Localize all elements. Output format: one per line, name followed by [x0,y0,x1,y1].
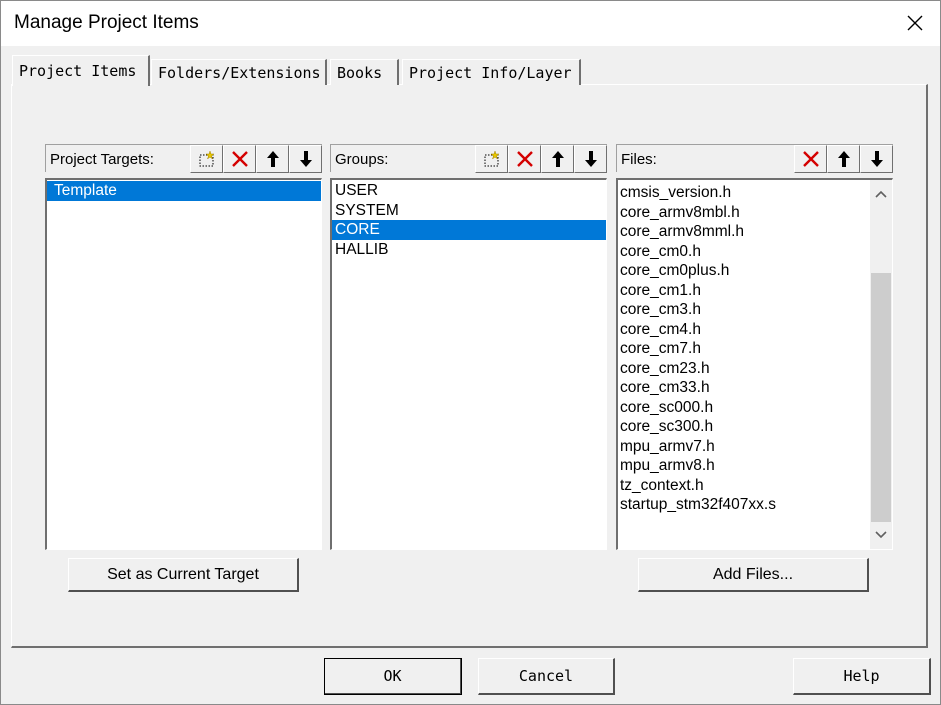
groups-label: Groups: [335,151,389,168]
scroll-down-button[interactable] [870,525,892,545]
groups-header: Groups: [330,144,607,173]
list-item[interactable]: SYSTEM [332,201,606,221]
new-item-icon [484,150,500,167]
list-item[interactable]: cmsis_version.h [618,183,870,203]
move-down-arrow-icon [870,151,883,167]
list-item[interactable]: USER [332,181,606,201]
tab-folders-extensions[interactable]: Folders/Extensions [151,59,327,85]
move-up-arrow-icon [551,151,564,167]
move-file-up-button[interactable] [827,145,860,173]
set-current-target-label: Set as Current Target [107,565,259,583]
delete-x-icon [516,151,533,167]
ok-label: OK [383,667,402,685]
groups-list[interactable]: USER SYSTEM CORE HALLIB [330,178,607,550]
list-item[interactable]: mpu_armv8.h [618,456,870,476]
add-files-label: Add Files... [712,565,794,583]
delete-x-icon [231,151,248,167]
delete-x-icon [802,151,819,167]
move-down-arrow-icon [299,151,312,167]
move-up-arrow-icon [266,151,279,167]
tab-books[interactable]: Books [330,59,399,85]
cancel-button[interactable]: Cancel [478,658,615,695]
list-item[interactable]: core_cm3.h [618,300,870,320]
scroll-thumb[interactable] [871,273,891,522]
targets-header: Project Targets: [45,144,322,173]
list-item[interactable]: core_cm7.h [618,339,870,359]
tab-label: Project Items [19,62,137,80]
delete-group-button[interactable] [508,145,541,173]
new-item-icon [199,150,215,167]
list-item[interactable]: core_cm1.h [618,281,870,301]
tab-project-items[interactable]: Project Items [12,55,150,86]
targets-list[interactable]: Template [45,178,322,550]
list-item[interactable]: tz_context.h [618,476,870,496]
move-group-up-button[interactable] [541,145,574,173]
list-item[interactable]: startup_stm32f407xx.s [618,495,870,515]
close-button[interactable] [895,6,935,40]
list-item[interactable]: core_cm33.h [618,378,870,398]
move-up-arrow-icon [837,151,850,167]
files-scrollbar[interactable] [870,180,892,549]
add-files-button[interactable]: Add Files... [638,558,869,592]
tab-project-info-layer[interactable]: Project Info/Layer [402,59,581,85]
list-item[interactable]: core_cm4.h [618,320,870,340]
chevron-up-icon [875,190,887,198]
files-list[interactable]: cmsis_version.h core_armv8mbl.h core_armv8… [616,178,893,550]
files-header: Files: [616,144,893,173]
chevron-down-icon [875,531,887,539]
list-item[interactable]: core_armv8mml.h [618,222,870,242]
delete-target-button[interactable] [223,145,256,173]
ok-button[interactable]: OK [324,658,462,695]
new-group-button[interactable] [475,145,508,173]
list-item[interactable]: Template [47,181,321,201]
set-current-target-button[interactable]: Set as Current Target [68,558,299,592]
list-item[interactable]: CORE [332,220,606,240]
window-title: Manage Project Items [14,12,199,33]
list-item[interactable]: core_sc300.h [618,417,870,437]
list-item[interactable]: core_sc000.h [618,398,870,418]
move-file-down-button[interactable] [860,145,893,173]
files-label: Files: [621,151,657,168]
help-label: Help [843,667,880,685]
list-item[interactable]: HALLIB [332,240,606,260]
move-group-down-button[interactable] [574,145,607,173]
tab-label: Project Info/Layer [409,63,572,82]
delete-file-button[interactable] [794,145,827,173]
tab-label: Folders/Extensions [158,63,321,82]
list-item[interactable]: mpu_armv7.h [618,437,870,457]
scroll-up-button[interactable] [870,184,892,204]
move-down-arrow-icon [584,151,597,167]
help-button[interactable]: Help [793,658,931,695]
move-target-up-button[interactable] [256,145,289,173]
list-item[interactable]: core_cm23.h [618,359,870,379]
targets-label: Project Targets: [50,151,154,168]
list-item[interactable]: core_armv8mbl.h [618,203,870,223]
new-target-button[interactable] [190,145,223,173]
list-item[interactable]: core_cm0.h [618,242,870,262]
close-icon [907,15,923,31]
cancel-label: Cancel [518,667,574,685]
list-item[interactable]: core_cm0plus.h [618,261,870,281]
tab-label: Books [337,63,383,82]
move-target-down-button[interactable] [289,145,322,173]
title-bar: Manage Project Items [0,0,941,46]
